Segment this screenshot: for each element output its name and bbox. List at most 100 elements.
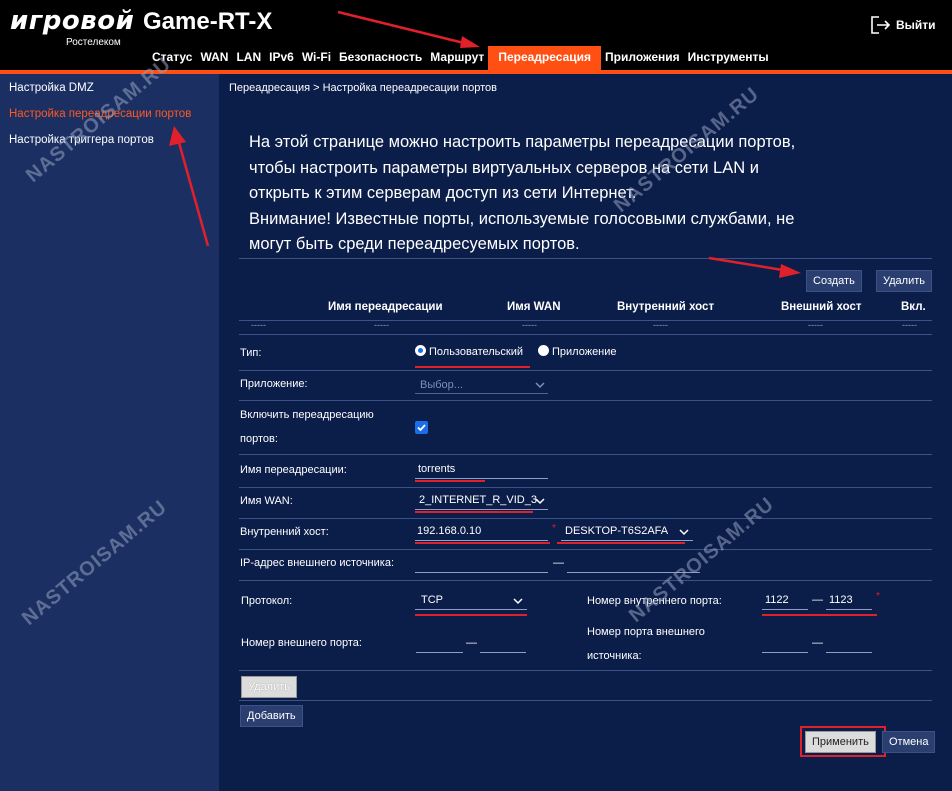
host-name-underline	[561, 540, 693, 541]
intro-line: чтобы настроить параметры виртуальных се…	[249, 158, 759, 177]
protocol-label: Протокол:	[241, 595, 293, 607]
logo-main: игровой	[10, 6, 135, 36]
divider	[239, 580, 932, 581]
enable-checkbox[interactable]	[415, 421, 428, 434]
nav-tools[interactable]: Инструменты	[684, 46, 773, 70]
ext-port-to-input[interactable]	[480, 652, 526, 653]
apply-button[interactable]: Применить	[805, 731, 876, 753]
add-row-button[interactable]: Добавить	[240, 705, 303, 727]
radio-checked-icon	[415, 345, 426, 356]
wan-select-underline	[415, 509, 548, 510]
ext-src-port-label-line1: Номер порта внешнего	[587, 626, 705, 638]
divider	[239, 400, 932, 401]
name-input[interactable]: torrents	[418, 463, 455, 475]
range-separator: —	[812, 637, 823, 649]
highlight-underline	[557, 542, 685, 544]
wan-label: Имя WAN:	[240, 495, 293, 507]
col-external-host: Внешний хост	[781, 301, 862, 313]
nav-lan[interactable]: LAN	[232, 46, 265, 70]
col-internal-host: Внутренний хост	[617, 301, 715, 313]
model-name: Game-RT-X	[143, 8, 273, 35]
ext-port-label: Номер внешнего порта:	[241, 637, 362, 649]
divider	[239, 549, 932, 550]
empty-cell: -----	[653, 320, 668, 330]
highlight-underline	[762, 614, 877, 616]
create-button[interactable]: Создать	[806, 270, 862, 292]
highlight-underline	[415, 480, 485, 482]
highlight-underline	[415, 511, 533, 513]
watermark: NASTROISAM.RU	[625, 493, 779, 627]
arrow-annotation-icon	[337, 10, 480, 48]
wan-select[interactable]: 2_INTERNET_R_VID_3	[419, 494, 537, 506]
logo-sub: Ростелеком	[66, 37, 121, 48]
divider	[239, 454, 932, 455]
divider	[239, 518, 932, 519]
ext-src-port-label-line2: источника:	[587, 650, 642, 662]
logout-label: Выйти	[896, 18, 936, 32]
ext-src-port-to-input[interactable]	[826, 652, 872, 653]
enable-label-line2: портов:	[240, 433, 278, 445]
empty-cell: -----	[374, 320, 389, 330]
chevron-down-icon	[513, 598, 523, 605]
range-separator: —	[812, 594, 823, 606]
type-radio-custom[interactable]: Пользовательский	[415, 345, 523, 358]
host-ip-underline	[415, 540, 548, 541]
app-select[interactable]: Выбор...	[420, 379, 463, 391]
nav-ipv6[interactable]: IPv6	[265, 46, 298, 70]
logout-button[interactable]: Выйти	[870, 16, 936, 34]
name-input-underline	[415, 478, 548, 479]
logo: игровой Ростелеком	[10, 6, 135, 50]
col-enabled: Вкл.	[901, 301, 926, 313]
divider	[239, 320, 932, 321]
arrow-annotation-icon	[708, 256, 801, 278]
nav-forwarding[interactable]: Переадресация	[488, 46, 602, 70]
divider	[239, 487, 932, 488]
enable-label-line1: Включить переадресацию	[240, 409, 374, 421]
host-ip-input[interactable]: 192.168.0.10	[417, 525, 481, 537]
range-separator: —	[553, 557, 564, 569]
host-name-select[interactable]: DESKTOP-T6S2AFA	[565, 525, 668, 537]
empty-cell: -----	[251, 320, 266, 330]
int-port-from-underline	[762, 609, 808, 610]
src-ip-from-input[interactable]	[415, 572, 548, 573]
check-icon	[417, 424, 426, 432]
name-label: Имя переадресации:	[240, 464, 347, 476]
highlight-underline	[415, 542, 550, 544]
row-delete-button[interactable]: Удалить	[241, 676, 297, 698]
nav-wan[interactable]: WAN	[196, 46, 232, 70]
app-select-underline	[415, 393, 548, 394]
type-radio-application[interactable]: Приложение	[538, 345, 617, 358]
delete-table-button[interactable]: Удалить	[876, 270, 932, 292]
int-port-from-input[interactable]: 1122	[765, 594, 789, 606]
divider	[239, 700, 932, 701]
type-option-application: Приложение	[552, 346, 617, 358]
protocol-select[interactable]: TCP	[421, 594, 443, 606]
intro-warning: могут быть среди переадресуемых портов.	[249, 235, 580, 253]
type-option-custom: Пользовательский	[429, 346, 523, 358]
nav-applications[interactable]: Приложения	[601, 46, 684, 70]
divider	[239, 258, 932, 259]
intro-warning: Внимание! Известные порты, используемые …	[249, 209, 795, 228]
int-port-to-input[interactable]: 1123	[829, 594, 853, 606]
breadcrumb: Переадресация > Настройка переадресации …	[229, 82, 497, 94]
divider	[239, 370, 932, 371]
divider	[239, 334, 932, 335]
protocol-underline	[415, 609, 527, 610]
intro-line: На этой странице можно настроить парамет…	[249, 133, 796, 151]
type-label: Тип:	[240, 347, 262, 359]
highlight-underline	[415, 366, 530, 368]
ext-src-port-from-input[interactable]	[762, 652, 808, 653]
col-wan: Имя WAN	[507, 301, 561, 313]
highlight-underline	[415, 614, 527, 616]
cancel-button[interactable]: Отмена	[882, 731, 936, 753]
col-name: Имя переадресации	[328, 301, 443, 313]
required-mark: *	[876, 591, 880, 602]
int-port-to-underline	[826, 609, 872, 610]
intro-line: открыть к этим серверам доступ из сети И…	[249, 184, 637, 202]
chevron-down-icon	[535, 382, 545, 389]
intro-text: На этой странице можно настроить парамет…	[249, 130, 939, 258]
required-mark: *	[552, 523, 556, 534]
empty-cell: -----	[902, 320, 917, 330]
empty-cell: -----	[808, 320, 823, 330]
ext-port-from-input[interactable]	[416, 652, 463, 653]
